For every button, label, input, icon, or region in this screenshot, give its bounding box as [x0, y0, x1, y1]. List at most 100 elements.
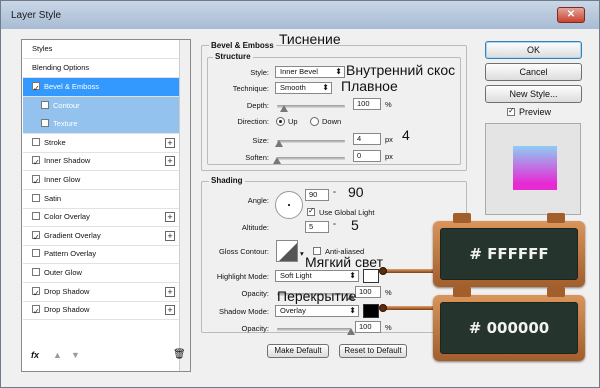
style-item-label: Texture [53, 119, 78, 129]
add-style-icon[interactable]: + [165, 305, 175, 316]
add-style-icon[interactable]: + [165, 156, 175, 167]
depth-input[interactable]: 100 [353, 98, 381, 110]
shadow-color-swatch[interactable] [363, 304, 379, 318]
shadow-mode-select[interactable]: Overlay [275, 305, 359, 317]
annotation-overlay: Перекрытие [277, 288, 357, 304]
depth-label: Depth: [246, 101, 269, 110]
depth-unit: % [385, 100, 392, 109]
highlight-color-swatch[interactable] [363, 269, 379, 283]
style-item-drop-shadow[interactable]: Drop Shadow + [23, 283, 179, 303]
style-item-label: Drop Shadow [44, 305, 90, 315]
soften-slider[interactable] [277, 157, 345, 160]
annotation-inner-bevel: Внутренний скос [346, 62, 456, 78]
add-style-icon[interactable]: + [165, 212, 175, 223]
style-item-label: Inner Glow [44, 175, 81, 184]
annotation-altitude: 5 [351, 217, 359, 233]
ok-button[interactable]: OK [485, 41, 582, 59]
soften-unit: px [385, 152, 393, 161]
style-item-contour[interactable]: Contour [23, 96, 179, 116]
soften-input[interactable]: 0 [353, 150, 381, 162]
shadow-opacity-handle[interactable] [347, 328, 355, 335]
style-item-checkbox[interactable] [32, 285, 40, 303]
direction-up-radio[interactable] [276, 117, 285, 126]
size-unit: px [385, 135, 393, 144]
global-light-checkbox[interactable] [307, 206, 315, 216]
style-item-pattern-overlay[interactable]: Pattern Overlay [23, 245, 179, 265]
close-button[interactable]: ✕ [557, 7, 585, 23]
highlight-mode-select[interactable]: Soft Light [275, 270, 359, 282]
contour-dropdown-icon[interactable]: ▾ [300, 249, 304, 258]
angle-dial[interactable] [275, 191, 303, 219]
style-select[interactable]: Inner Bevel [275, 66, 345, 78]
move-down-icon[interactable]: ▼ [71, 350, 80, 360]
size-slider-handle[interactable] [275, 140, 284, 147]
style-item-label: Bevel & Emboss [44, 82, 100, 91]
style-item-checkbox[interactable] [32, 154, 40, 172]
style-item-checkbox[interactable] [32, 212, 40, 221]
style-item-checkbox[interactable] [32, 80, 40, 98]
style-item-checkbox[interactable] [32, 268, 40, 277]
gloss-contour-picker[interactable] [276, 240, 298, 262]
trash-icon[interactable]: 🗑 [173, 349, 186, 360]
preview-checkbox[interactable] [507, 106, 515, 116]
preview-label: Preview [519, 107, 552, 117]
depth-slider-handle[interactable] [279, 105, 288, 112]
blending-options[interactable]: Blending Options [23, 59, 179, 78]
style-item-satin[interactable]: Satin [23, 190, 179, 209]
new-style-button[interactable]: New Style... [485, 85, 582, 103]
style-item-bevel-emboss[interactable]: Bevel & Emboss [23, 78, 179, 98]
title-bar: Layer Style ✕ [1, 1, 599, 29]
styles-scrollbar[interactable] [179, 40, 190, 371]
style-item-texture[interactable]: Texture [23, 115, 179, 135]
annotation-angle: 90 [348, 184, 364, 200]
angle-input[interactable]: 90 [305, 189, 329, 201]
size-slider[interactable] [277, 140, 345, 143]
highlight-pin-head [379, 267, 387, 275]
styles-list: Styles Blending Options Bevel & Emboss Co… [21, 39, 191, 372]
style-item-inner-glow[interactable]: Inner Glow [23, 171, 179, 191]
style-item-checkbox[interactable] [32, 249, 40, 258]
style-item-label: Satin [44, 193, 62, 203]
style-item-checkbox[interactable] [32, 303, 40, 321]
board-hook [453, 213, 471, 223]
styles-header[interactable]: Styles [23, 40, 179, 59]
style-item-color-overlay[interactable]: Color Overlay + [23, 208, 179, 228]
style-item-checkbox[interactable] [32, 137, 40, 146]
style-item-label: Pattern Overlay [44, 249, 97, 259]
cancel-button[interactable]: Cancel [485, 63, 582, 81]
angle-label: Angle: [247, 196, 269, 205]
highlight-opacity-input[interactable]: 100 [355, 286, 381, 298]
soften-slider-handle[interactable] [273, 157, 281, 164]
style-item-checkbox[interactable] [32, 229, 40, 247]
contour-curve-icon [279, 243, 297, 261]
shadow-opacity-slider[interactable] [277, 328, 351, 331]
style-item-stroke[interactable]: Stroke + [23, 134, 179, 153]
highlight-opacity-label: Opacity: [241, 289, 269, 298]
style-item-checkbox[interactable] [41, 119, 49, 128]
reset-default-button[interactable]: Reset to Default [339, 344, 407, 358]
style-item-label: Contour [53, 100, 80, 110]
direction-down-radio[interactable] [310, 117, 319, 126]
add-style-icon[interactable]: + [165, 286, 175, 297]
style-item-drop-shadow[interactable]: Drop Shadow + [23, 301, 179, 321]
altitude-input[interactable]: 5 [305, 221, 329, 233]
style-item-gradient-overlay[interactable]: Gradient Overlay + [23, 227, 179, 247]
add-style-icon[interactable]: + [165, 137, 175, 148]
style-item-checkbox[interactable] [41, 100, 49, 109]
technique-select[interactable]: Smooth [275, 82, 332, 94]
style-item-label: Inner Shadow [44, 156, 91, 166]
altitude-label: Altitude: [241, 223, 269, 232]
style-item-label: Gradient Overlay [44, 230, 101, 240]
size-input[interactable]: 4 [353, 133, 381, 145]
shadow-opacity-input[interactable]: 100 [355, 321, 381, 333]
fx-icon[interactable]: fx [31, 350, 39, 360]
soften-label: Soften: [245, 153, 269, 162]
move-up-icon[interactable]: ▲ [53, 350, 62, 360]
layer-style-dialog: Layer Style ✕ Styles Blending Options Be… [0, 0, 600, 388]
style-item-outer-glow[interactable]: Outer Glow [23, 264, 179, 283]
style-item-checkbox[interactable] [32, 193, 40, 202]
style-item-inner-shadow[interactable]: Inner Shadow + [23, 152, 179, 172]
add-style-icon[interactable]: + [165, 230, 175, 241]
make-default-button[interactable]: Make Default [267, 344, 329, 358]
style-item-checkbox[interactable] [32, 173, 40, 191]
